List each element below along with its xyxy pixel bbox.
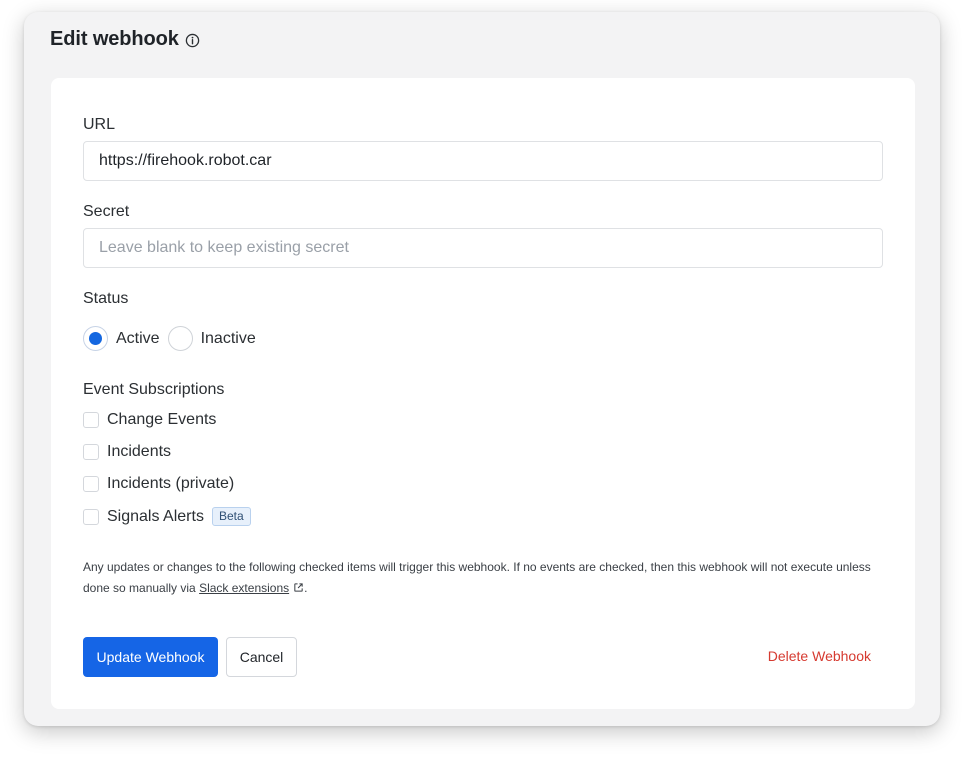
checkbox-label: Incidents (private)	[107, 475, 235, 492]
checkbox-label: Signals Alerts	[107, 507, 204, 525]
event-subscriptions-label: Event Subscriptions	[83, 381, 225, 398]
status-inactive-radio[interactable]: Inactive	[167, 326, 256, 351]
checkbox[interactable]	[83, 508, 99, 525]
dialog-title: Edit webhook	[50, 28, 179, 50]
radio-button-checked[interactable]	[83, 326, 108, 351]
secret-input[interactable]	[83, 228, 883, 268]
event-incidents[interactable]: Incidents	[83, 443, 171, 461]
radio-dot	[89, 332, 102, 345]
radio-label-inactive: Inactive	[200, 329, 256, 347]
cancel-button[interactable]: Cancel	[226, 637, 297, 677]
external-link-icon[interactable]	[293, 579, 304, 592]
status-label: Status	[83, 290, 129, 307]
radio-button-unchecked[interactable]	[167, 326, 193, 351]
status-radio-group: Active Inactive	[83, 326, 264, 351]
help-text-suffix: .	[304, 581, 308, 595]
url-label: URL	[83, 116, 116, 133]
event-incidents-private[interactable]: Incidents (private)	[83, 475, 234, 493]
dialog-header: Edit webhook	[50, 28, 200, 51]
info-icon[interactable]	[185, 33, 200, 48]
radio-label-active: Active	[116, 329, 160, 347]
beta-badge: Beta	[211, 507, 251, 526]
slack-extensions-link[interactable]: Slack extensions	[199, 581, 289, 595]
help-text: Any updates or changes to the following …	[83, 557, 883, 599]
checkbox[interactable]	[83, 444, 99, 460]
form-panel: URL Secret Status Active Inactive Event …	[51, 78, 915, 709]
edit-webhook-dialog: Edit webhook URL Secret Status Active	[24, 12, 940, 726]
url-input[interactable]	[83, 141, 883, 181]
event-signals-alerts[interactable]: Signals Alerts Beta	[83, 507, 251, 526]
secret-label: Secret	[83, 203, 130, 220]
status-active-radio[interactable]: Active	[83, 326, 160, 351]
checkbox-label: Incidents	[107, 443, 172, 460]
checkbox[interactable]	[83, 412, 99, 428]
delete-webhook-button[interactable]: Delete Webhook	[768, 648, 871, 664]
event-change-events[interactable]: Change Events	[83, 411, 216, 429]
checkbox-label: Change Events	[107, 411, 217, 428]
update-webhook-button[interactable]: Update Webhook	[83, 637, 218, 677]
checkbox[interactable]	[83, 476, 99, 492]
